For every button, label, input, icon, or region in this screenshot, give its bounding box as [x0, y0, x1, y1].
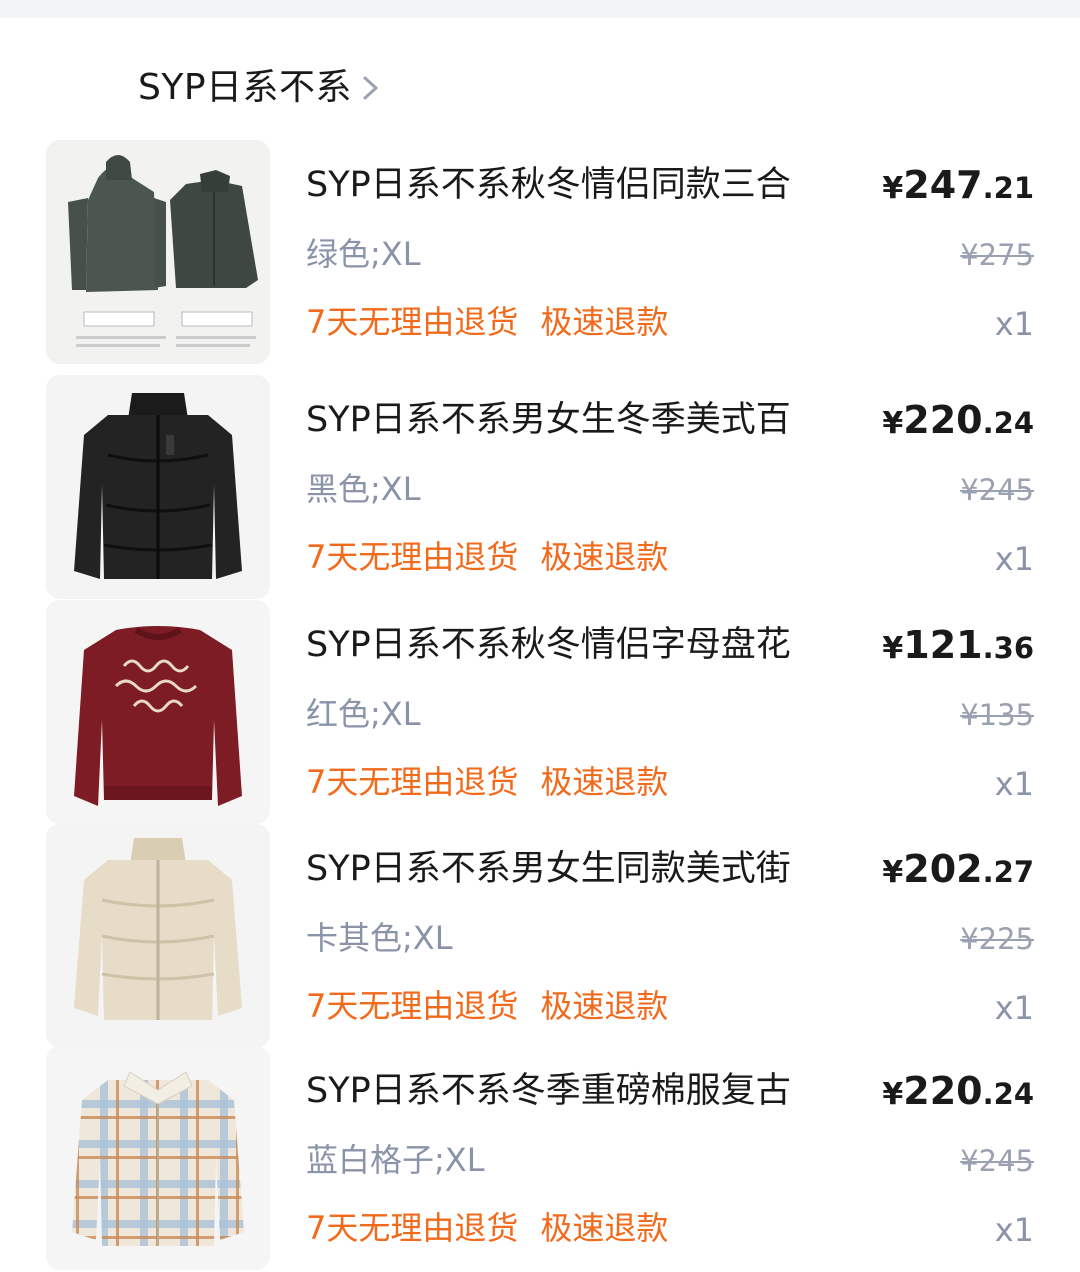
- product-price: ¥247.21: [882, 162, 1034, 216]
- quantity: x1: [994, 1211, 1034, 1249]
- price-decimal: .24: [982, 406, 1034, 440]
- quantity: x1: [994, 765, 1034, 803]
- product-spec: 黑色;XL: [306, 470, 421, 508]
- price-symbol: ¥: [882, 855, 904, 890]
- order-item[interactable]: SYP日系不系男女生同款美式街 ¥202.27 卡其色;XL ¥225 7天无理…: [0, 824, 1080, 1050]
- top-divider-strip: [0, 0, 1080, 18]
- original-price: ¥135: [960, 698, 1034, 732]
- product-price: ¥121.36: [882, 622, 1034, 676]
- quantity: x1: [994, 989, 1034, 1027]
- quantity: x1: [994, 305, 1034, 343]
- price-decimal: .24: [982, 1077, 1034, 1111]
- price-symbol: ¥: [882, 406, 904, 441]
- product-title[interactable]: SYP日系不系冬季重磅棉服复古: [306, 1068, 876, 1114]
- product-title[interactable]: SYP日系不系秋冬情侣同款三合: [306, 162, 876, 208]
- original-price: ¥275: [960, 238, 1034, 272]
- service-tag-refund: 极速退款: [540, 303, 669, 341]
- original-price: ¥225: [960, 922, 1034, 956]
- service-tag-refund: 极速退款: [540, 987, 669, 1025]
- price-integer: 220: [903, 398, 983, 442]
- service-tags: 7天无理由退货 极速退款: [306, 535, 668, 579]
- product-spec: 红色;XL: [306, 695, 421, 733]
- service-tag-return: 7天无理由退货: [306, 987, 519, 1025]
- service-tag-refund: 极速退款: [540, 763, 669, 801]
- price-decimal: .36: [982, 631, 1034, 665]
- order-card: SYP日系不系 SYP日系不系秋冬情侣同款三合 ¥247.21 绿色;XL ¥2…: [0, 18, 1080, 1270]
- quantity: x1: [994, 540, 1034, 578]
- price-symbol: ¥: [882, 631, 904, 666]
- price-symbol: ¥: [882, 1077, 904, 1112]
- service-tag-return: 7天无理由退货: [306, 1209, 519, 1247]
- product-title[interactable]: SYP日系不系男女生同款美式街: [306, 846, 876, 892]
- price-integer: 247: [903, 163, 983, 207]
- product-price: ¥220.24: [882, 397, 1034, 451]
- order-item[interactable]: SYP日系不系秋冬情侣同款三合 ¥247.21 绿色;XL ¥275 7天无理由…: [0, 140, 1080, 366]
- original-price: ¥245: [960, 473, 1034, 507]
- product-price: ¥202.27: [882, 846, 1034, 900]
- product-spec: 蓝白格子;XL: [306, 1141, 485, 1179]
- service-tag-refund: 极速退款: [540, 1209, 669, 1247]
- order-item[interactable]: SYP日系不系秋冬情侣字母盘花 ¥121.36 红色;XL ¥135 7天无理由…: [0, 600, 1080, 826]
- product-spec: 卡其色;XL: [306, 919, 453, 957]
- product-image[interactable]: [46, 1046, 270, 1270]
- price-integer: 121: [903, 623, 983, 667]
- service-tag-return: 7天无理由退货: [306, 303, 519, 341]
- service-tag-refund: 极速退款: [540, 538, 669, 576]
- order-item[interactable]: SYP日系不系男女生冬季美式百 ¥220.24 黑色;XL ¥245 7天无理由…: [0, 375, 1080, 601]
- order-item[interactable]: SYP日系不系冬季重磅棉服复古 ¥220.24 蓝白格子;XL ¥245 7天无…: [0, 1046, 1080, 1272]
- product-image[interactable]: [46, 375, 270, 599]
- product-image[interactable]: [46, 140, 270, 364]
- price-symbol: ¥: [882, 171, 904, 206]
- product-image[interactable]: [46, 824, 270, 1048]
- service-tag-return: 7天无理由退货: [306, 763, 519, 801]
- service-tags: 7天无理由退货 极速退款: [306, 760, 668, 804]
- price-integer: 220: [903, 1069, 983, 1113]
- price-integer: 202: [903, 847, 983, 891]
- price-decimal: .21: [982, 171, 1034, 205]
- service-tags: 7天无理由退货 极速退款: [306, 300, 668, 344]
- product-price: ¥220.24: [882, 1068, 1034, 1122]
- product-title[interactable]: SYP日系不系男女生冬季美式百: [306, 397, 876, 443]
- service-tags: 7天无理由退货 极速退款: [306, 1206, 668, 1250]
- service-tags: 7天无理由退货 极速退款: [306, 984, 668, 1028]
- shop-name: SYP日系不系: [138, 67, 353, 108]
- shop-header[interactable]: SYP日系不系: [138, 66, 382, 110]
- original-price: ¥245: [960, 1144, 1034, 1178]
- product-image[interactable]: [46, 600, 270, 824]
- price-decimal: .27: [982, 855, 1034, 889]
- product-spec: 绿色;XL: [306, 235, 421, 273]
- chevron-right-icon: [360, 70, 382, 106]
- service-tag-return: 7天无理由退货: [306, 538, 519, 576]
- product-title[interactable]: SYP日系不系秋冬情侣字母盘花: [306, 622, 876, 668]
